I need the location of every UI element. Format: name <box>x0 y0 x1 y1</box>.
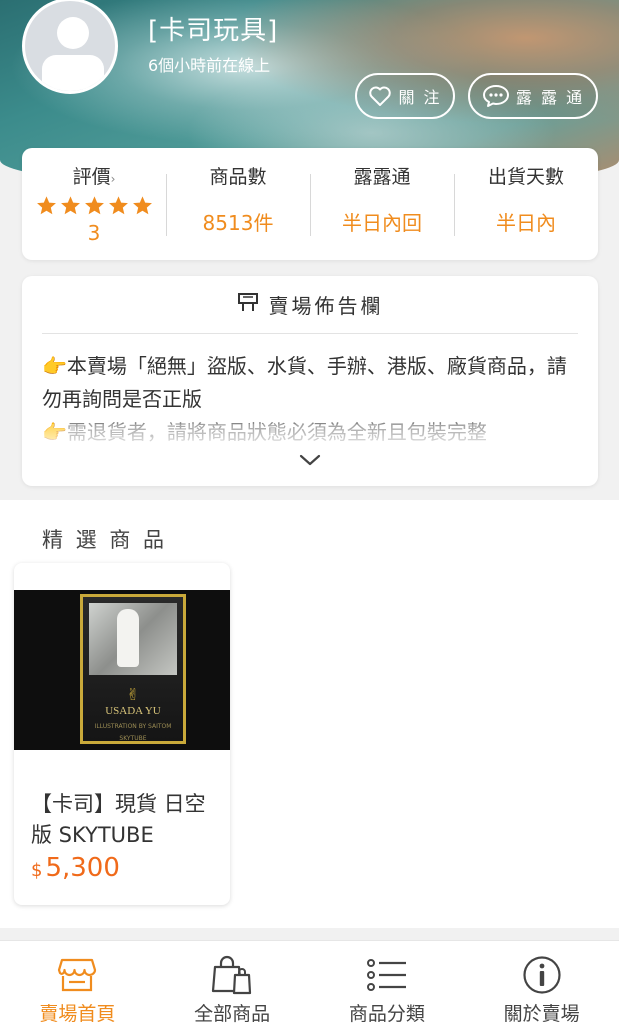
divider <box>42 333 578 334</box>
box-brand: USADA YU <box>105 705 161 717</box>
rating-stars <box>22 195 166 217</box>
avatar[interactable] <box>22 0 118 94</box>
nav-store-home[interactable]: 賣場首頁 <box>0 941 155 1024</box>
online-status: 6個小時前在線上 <box>148 56 271 75</box>
star-icon <box>84 196 104 215</box>
shipping-stat: 出貨天數 半日內 <box>454 148 598 260</box>
figure-silhouette <box>117 609 139 667</box>
notice-title: 賣場佈告欄 <box>22 290 598 319</box>
rating-stat[interactable]: 評價› 3 <box>22 148 166 260</box>
nav-label: 賣場首頁 <box>39 1003 116 1024</box>
products-value: 8513件 <box>202 211 274 235</box>
notice-title-text: 賣場佈告欄 <box>268 294 384 318</box>
heart-icon <box>368 85 392 107</box>
info-icon <box>464 953 619 997</box>
product-image[interactable]: ✌ USADA YU ILLUSTRATION BY SAITOM SKYTUB… <box>14 590 230 750</box>
box-caption: ILLUSTRATION BY SAITOM <box>94 723 172 730</box>
nav-about-store[interactable]: 關於賣場 <box>464 941 619 1024</box>
chat-response-value: 半日內回 <box>342 211 422 235</box>
product-card[interactable]: ✌ USADA YU ILLUSTRATION BY SAITOM SKYTUB… <box>14 563 230 905</box>
star-icon <box>60 196 80 215</box>
chevron-right-icon: › <box>110 172 116 186</box>
avatar-body <box>42 55 104 91</box>
chat-button[interactable]: 露 露 通 <box>468 73 598 119</box>
shipping-value: 半日內 <box>496 211 556 235</box>
notice-board: 賣場佈告欄 👉本賣場「絕無」盜版、水貨、手辦、港版、廠貨商品，請勿再詢問是否正版… <box>22 276 598 486</box>
currency-symbol: $ <box>31 860 43 881</box>
box-logo-icon: ✌ <box>126 685 140 704</box>
signboard-icon <box>237 291 259 318</box>
price-value: 5,300 <box>45 853 120 883</box>
product-price: $5,300 <box>31 853 120 883</box>
products-stat: 商品數 8513件 <box>166 148 310 260</box>
avatar-head <box>57 17 89 49</box>
chat-label: 露 露 通 <box>515 88 585 107</box>
bottom-nav: 賣場首頁 全部商品 商品分類 關於賣場 <box>0 940 619 1024</box>
nav-all-products[interactable]: 全部商品 <box>155 941 310 1024</box>
chat-bubble-icon <box>482 84 510 108</box>
products-label: 商品數 <box>209 166 267 188</box>
pointing-hand-icon: 👉 <box>42 354 67 378</box>
store-icon <box>0 953 155 997</box>
nav-label: 關於賣場 <box>503 1003 580 1024</box>
chat-response-label: 露露通 <box>353 166 411 188</box>
star-icon <box>132 196 152 215</box>
notice-line: 本賣場「絕無」盜版、水貨、手辦、港版、廠貨商品，請勿再詢問是否正版 <box>42 354 567 411</box>
list-icon <box>310 953 465 997</box>
rating-label: 評價 <box>72 166 111 188</box>
shop-stats-card: 評價› 3 商品數 8513件 露露通 半日內回 出貨天數 半日內 <box>22 148 598 260</box>
notice-content: 👉本賣場「絕無」盜版、水貨、手辦、港版、廠貨商品，請勿再詢問是否正版 👉需退貨者… <box>42 350 578 454</box>
chat-response-stat: 露露通 半日內回 <box>310 148 454 260</box>
shipping-label: 出貨天數 <box>487 166 564 188</box>
follow-button[interactable]: 關 注 <box>355 73 455 119</box>
pointing-hand-icon: 👉 <box>42 420 67 444</box>
shopping-bag-icon <box>155 953 310 997</box>
box-maker: SKYTUBE <box>119 735 147 742</box>
nav-categories[interactable]: 商品分類 <box>310 941 465 1024</box>
notice-line: 需退貨者，請將商品狀態必須為全新且包裝完整 <box>66 420 487 444</box>
featured-title: 精 選 商 品 <box>42 528 168 552</box>
follow-label: 關 注 <box>398 88 442 107</box>
expand-chevron-down-icon[interactable] <box>298 452 322 472</box>
rating-value: 3 <box>87 221 101 245</box>
shop-name: [卡司玩具] <box>148 16 279 46</box>
star-icon <box>108 196 128 215</box>
nav-label: 商品分類 <box>348 1003 425 1024</box>
product-name[interactable]: 【卡司】現貨 日空版 SKYTUBE <box>31 789 217 851</box>
figure-box: ✌ USADA YU ILLUSTRATION BY SAITOM SKYTUB… <box>80 594 186 744</box>
nav-label: 全部商品 <box>194 1003 271 1024</box>
star-icon <box>36 196 56 215</box>
